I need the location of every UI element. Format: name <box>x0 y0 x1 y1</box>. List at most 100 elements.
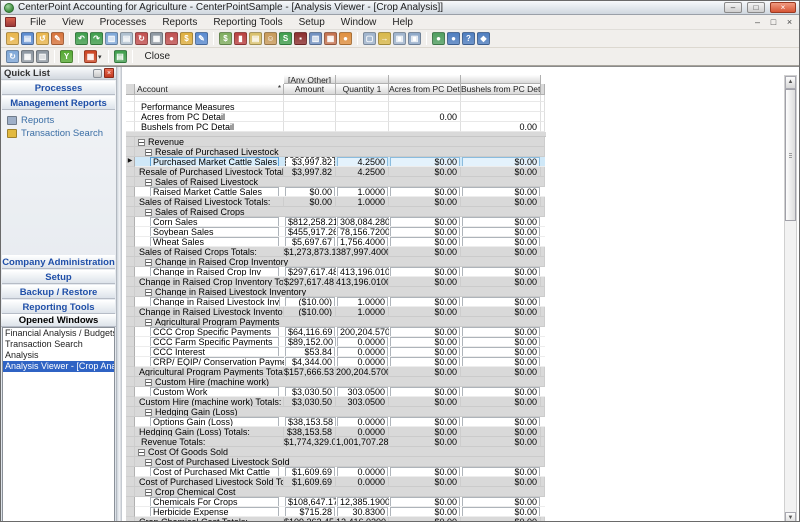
opened-window-item-transaction-search[interactable]: Transaction Search <box>3 339 114 350</box>
sidebar-button-processes[interactable]: Processes <box>2 81 115 95</box>
acres-cell[interactable]: $0.00 <box>389 217 461 227</box>
report-chart-icon[interactable]: ▥ <box>105 32 118 45</box>
sidebar-button-reporting-tools[interactable]: Reporting Tools <box>2 300 115 314</box>
amount-cell-box[interactable]: $715.28 <box>285 507 335 517</box>
bushels-cell[interactable]: $0.00 <box>461 507 541 517</box>
collapse-toggle-icon[interactable] <box>145 259 152 266</box>
bushels-cell-box[interactable]: $0.00 <box>462 217 540 227</box>
bushels-cell-box[interactable]: $0.00 <box>462 267 540 277</box>
write-check-icon[interactable]: ✎ <box>195 32 208 45</box>
quantity-cell-box[interactable]: 30.8300 <box>337 507 388 517</box>
menu-item-help[interactable]: Help <box>384 17 421 28</box>
sidebar-button-setup[interactable]: Setup <box>2 270 115 284</box>
account-cell[interactable]: Purchased Market Cattle Sales <box>135 157 284 167</box>
bushels-cell[interactable]: $0.00 <box>461 227 541 237</box>
acres-cell-box[interactable]: $0.00 <box>390 357 460 367</box>
collapse-toggle-icon[interactable] <box>138 139 145 146</box>
menu-item-view[interactable]: View <box>54 17 92 28</box>
window-layout-icon[interactable]: ▣ <box>393 32 406 45</box>
amount-cell-box[interactable]: $64,116.69 <box>285 327 335 337</box>
amount-cell[interactable]: $5,697.67 <box>284 237 336 247</box>
quantity-cell-box[interactable]: 0.0000 <box>337 467 388 477</box>
quantity-cell[interactable] <box>336 112 389 122</box>
collapse-toggle-icon[interactable] <box>145 319 152 326</box>
print-report-icon[interactable]: ▦ <box>21 50 34 63</box>
account-name-box[interactable]: CCC Interest <box>150 347 279 357</box>
account-name-box[interactable]: Cost of Purchased Mkt Cattle <box>150 467 279 477</box>
amount-cell[interactable]: $297,617.48 <box>284 267 336 277</box>
account-name-box[interactable]: Change in Raised Crop Inv <box>150 267 279 277</box>
close-button[interactable]: × <box>770 2 796 13</box>
bushels-cell-box[interactable]: $0.00 <box>462 157 540 167</box>
quantity-cell-box[interactable]: 12,385.1900 <box>337 497 389 507</box>
copy-page-icon[interactable]: ▤ <box>120 32 133 45</box>
amount-cell[interactable] <box>284 122 336 132</box>
invoice-card-icon[interactable]: ▦ <box>324 32 337 45</box>
collapse-toggle-icon[interactable] <box>145 179 152 186</box>
column-header-account[interactable]: Account* <box>135 84 284 95</box>
form-window-icon[interactable]: ▢ <box>363 32 376 45</box>
quantity-cell[interactable]: 78,156.7200 <box>336 227 389 237</box>
amount-cell[interactable]: $812,258.21 <box>284 217 336 227</box>
quantity-cell-box[interactable]: 78,156.7200 <box>337 227 389 237</box>
acres-cell[interactable] <box>389 102 461 112</box>
quantity-cell[interactable]: 303.0500 <box>336 387 389 397</box>
account-name-box[interactable]: CCC Crop Specific Payments <box>150 327 279 337</box>
amount-cell[interactable]: $108,647.17 <box>284 497 336 507</box>
quantity-cell[interactable]: 0.0000 <box>336 467 389 477</box>
menu-item-window[interactable]: Window <box>333 17 385 28</box>
amount-cell[interactable]: $0.00 <box>284 187 336 197</box>
bushels-cell-box[interactable]: $0.00 <box>462 467 540 477</box>
quantity-cell[interactable]: 0.0000 <box>336 357 389 367</box>
acres-cell-box[interactable]: $0.00 <box>390 227 460 237</box>
account-name-box[interactable]: Soybean Sales <box>150 227 279 237</box>
bushels-cell[interactable]: $0.00 <box>461 467 541 477</box>
group-header-any-other[interactable]: [Any Other] <box>284 75 336 84</box>
acres-cell-box[interactable]: $0.00 <box>390 387 460 397</box>
payroll-card-icon[interactable]: ▥ <box>309 32 322 45</box>
bushels-cell[interactable]: $0.00 <box>461 337 541 347</box>
batch-pages-icon[interactable]: ▤ <box>249 32 262 45</box>
acres-cell[interactable]: 0.00 <box>389 112 461 122</box>
scroll-up-icon[interactable]: ▲ <box>785 76 796 89</box>
bushels-cell[interactable]: $0.00 <box>461 387 541 397</box>
column-header-quantity-1[interactable]: Quantity 1 <box>336 84 389 95</box>
account-name-box[interactable]: Raised Market Cattle Sales <box>150 187 279 197</box>
amount-cell[interactable]: $3,030.50 <box>284 387 336 397</box>
quantity-cell[interactable]: 413,196.0100 <box>336 267 389 277</box>
acres-cell[interactable]: $0.00 <box>389 347 461 357</box>
sidebar-link-transaction-search[interactable]: Transaction Search <box>7 127 116 140</box>
refresh-view-icon[interactable]: ↻ <box>6 50 19 63</box>
bushels-cell[interactable]: $0.00 <box>461 217 541 227</box>
bushels-cell-box[interactable]: $0.00 <box>462 347 540 357</box>
acres-cell[interactable]: $0.00 <box>389 297 461 307</box>
bushels-cell-box[interactable]: $0.00 <box>462 337 540 347</box>
amount-cell[interactable]: $64,116.69 <box>284 327 336 337</box>
opened-window-item-financial-analysis-budgets[interactable]: Financial Analysis / Budgets <box>3 328 114 339</box>
bushels-cell-box[interactable]: $0.00 <box>462 237 540 247</box>
quantity-cell[interactable]: 0.0000 <box>336 347 389 357</box>
quantity-cell[interactable]: 1.0000 <box>336 297 389 307</box>
quantity-cell-box[interactable]: 200,204.5700 <box>337 327 389 337</box>
acres-cell[interactable] <box>389 122 461 132</box>
bushels-cell[interactable]: $0.00 <box>461 187 541 197</box>
amount-cell[interactable]: $38,153.58 <box>284 417 336 427</box>
collapse-toggle-icon[interactable] <box>138 449 145 456</box>
acres-cell-box[interactable]: $0.00 <box>390 467 460 477</box>
savings-icon[interactable]: S <box>279 32 292 45</box>
bushels-cell[interactable]: $0.00 <box>461 417 541 427</box>
account-cell[interactable]: CCC Farm Specific Payments <box>135 337 284 347</box>
account-cell[interactable]: Cost of Purchased Mkt Cattle <box>135 467 284 477</box>
account-cell[interactable]: Herbicide Expense <box>135 507 284 517</box>
red-ledger-icon[interactable]: ▮ <box>234 32 247 45</box>
amount-cell[interactable]: ($10.00) <box>284 297 336 307</box>
account-cell[interactable]: Raised Market Cattle Sales <box>135 187 284 197</box>
account-cell[interactable]: CRP/ EQIP/ Conservation Paymen <box>135 357 284 367</box>
back-arrow-icon[interactable]: ↶ <box>75 32 88 45</box>
mdi-minimize-button[interactable]: – <box>752 17 763 27</box>
scrollbar-thumb[interactable] <box>785 89 796 221</box>
quantity-cell[interactable] <box>336 122 389 132</box>
acres-cell-box[interactable]: $0.00 <box>390 237 460 247</box>
bushels-cell[interactable]: $0.00 <box>461 237 541 247</box>
acres-cell-box[interactable]: $0.00 <box>390 497 460 507</box>
